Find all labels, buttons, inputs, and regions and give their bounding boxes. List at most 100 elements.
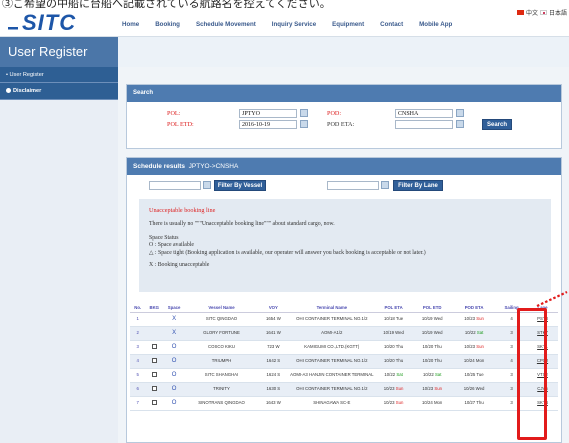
vessel-filter-input[interactable] [149,181,201,190]
voyage: 1641 W [257,326,289,341]
schedule-table: No. BKG Space Vessel Name VOY Terminal Name PO… [130,303,558,411]
pol-input[interactable]: JPTYO [239,109,297,118]
row-number: 4 [130,354,146,369]
booking-checkbox[interactable] [151,357,157,363]
table-row: 5 O SITC SHANGHAI 1624 S AOMI-A3 HANJIN CONT… [130,368,558,383]
bkg-cell [145,354,164,369]
language-switch: 中文 日本語 [516,8,567,17]
pod-eta: 10/24 Mon [452,354,497,369]
nav-contact[interactable]: Contact [380,21,403,28]
bkg-cell [145,382,164,397]
pol-picker-icon[interactable] [300,109,308,117]
col-header-bkg: BKG [145,303,164,313]
pod-eta: 10/23 Sun [452,312,497,327]
voyage: 1654 W [257,312,289,327]
space-status: O [163,340,186,355]
col-header-voy: VOY [257,303,289,313]
pod-picker-icon[interactable] [456,109,464,117]
nav-mobile-app[interactable]: Mobile App [419,21,452,28]
vessel-name[interactable]: TRINITY [185,382,258,397]
china-flag-icon [516,10,524,15]
space-status: O [163,368,186,383]
lane-column-highlight [517,308,547,440]
bkg-cell [145,396,164,411]
pol-eta: 10/19 Wed [374,326,413,341]
filter-by-lane-button[interactable]: Filter By Lane [393,180,443,191]
space-status: X [163,312,186,327]
pol-label: POL: [167,110,181,117]
row-number: 6 [130,382,146,397]
booking-checkbox[interactable] [151,343,157,349]
pod-input[interactable]: CNSHA [395,109,453,118]
pol-etd: 10/22 Sat [412,368,453,383]
voyage: 1624 S [257,368,289,383]
unacceptable-warning: Unacceptable booking line [149,207,216,214]
nav-inquiry-service[interactable]: Inquiry Service [272,21,316,28]
lane-filter-input[interactable] [327,181,379,190]
lane-picker-icon[interactable] [381,181,389,189]
booking-checkbox[interactable] [151,385,157,391]
search-panel: Search POL: JPTYO POD: CNSHA POL ETD: 20… [126,84,562,149]
terminal-name: OHI CONTAINER TERMINAL NO.1/2 [288,382,375,397]
main-nav: Home Booking Schedule Movement Inquiry S… [122,21,468,28]
table-row: 7 O SINOTRANS QINGDAO 1643 W SHINAGAWA SC-E 1… [130,396,558,411]
space-unacceptable-legend: X : Booking unacceptable [149,262,210,268]
pol-etd: 10/23 Sun [412,382,453,397]
table-row: 1 X SITC QINGDAO 1654 W OHI CONTAINER TERMIN… [130,312,558,327]
sitc-logo[interactable]: SITC [8,10,112,35]
vessel-picker-icon[interactable] [203,181,211,189]
space-status: O [163,354,186,369]
sidebar-item-disclaimer[interactable]: Disclaimer [0,83,118,100]
booking-checkbox[interactable] [151,371,157,377]
table-row: 4 O TRIUMPH 1642 S OHI CONTAINER TERMINAL NO… [130,354,558,369]
nav-home[interactable]: Home [122,21,139,28]
booking-checkbox[interactable] [151,399,157,405]
vessel-name[interactable]: SITC QINGDAO [185,312,258,327]
pod-eta-input[interactable] [395,120,453,129]
pol-etd-input[interactable]: 2016-10-19 [239,120,297,129]
col-header-pod-eta: POD ETA [452,303,497,313]
pol-eta: 10/20 Thu [374,340,413,355]
table-row: 2 X GLORY FORTUNE 1641 W AOMI-A1/2 10/19 Wed … [130,326,558,341]
voyage: 1643 W [257,396,289,411]
col-header-no: No. [130,303,146,313]
space-available-legend: O : Space available [149,242,194,248]
pol-etd: 10/24 Mon [412,396,453,411]
voyage: 1642 S [257,354,289,369]
nav-schedule-movement[interactable]: Schedule Movement [196,21,256,28]
vessel-name[interactable]: SITC SHANGHAI [185,368,258,383]
voyage: 723 W [257,340,289,355]
sidebar-item-user-register[interactable]: • User Register [0,67,118,83]
col-header-terminal-name: Terminal Name [288,303,375,313]
lang-chinese[interactable]: 中文 [526,8,538,17]
pod-eta-label: POD ETA: [327,121,355,128]
table-header-row: No. BKG Space Vessel Name VOY Terminal Name PO… [130,303,558,313]
results-title: Schedule results JPTYO->CNSHA [127,158,561,175]
filter-by-vessel-button[interactable]: Filter By Vessel [214,180,266,191]
pol-eta: 10/20 Thu [374,354,413,369]
vessel-name[interactable]: SINOTRANS QINGDAO [185,396,258,411]
vessel-name[interactable]: COSCO KIKU [185,340,258,355]
vessel-name[interactable]: TRIUMPH [185,354,258,369]
vessel-name[interactable]: GLORY FORTUNE [185,326,258,341]
table-row: 6 O TRINITY 1630 S OHI CONTAINER TERMINAL NO… [130,382,558,397]
row-number: 1 [130,312,146,327]
bkg-cell [145,312,164,327]
pod-eta: 10/22 Sat [452,326,497,341]
pod-eta: 10/25 Tue [452,368,497,383]
col-header-pol-etd: POL ETD [412,303,453,313]
nav-booking[interactable]: Booking [155,21,180,28]
bkg-cell [145,368,164,383]
pol-etd-calendar-icon[interactable] [300,120,308,128]
logo-text: SITC [22,11,76,33]
space-status: O [163,382,186,397]
lang-japanese[interactable]: 日本語 [549,8,567,17]
terminal-name: OHI CONTAINER TERMINAL NO.1/2 [288,312,375,327]
pol-etd: 10/19 Wed [412,326,453,341]
japan-flag-icon [539,10,547,15]
pol-eta: 10/23 Sun [374,396,413,411]
schedule-results-panel: Schedule results JPTYO->CNSHA Filter By … [126,157,562,443]
nav-equipment[interactable]: Equipment [332,21,364,28]
search-button[interactable]: Search [482,119,512,130]
pod-eta-calendar-icon[interactable] [456,120,464,128]
